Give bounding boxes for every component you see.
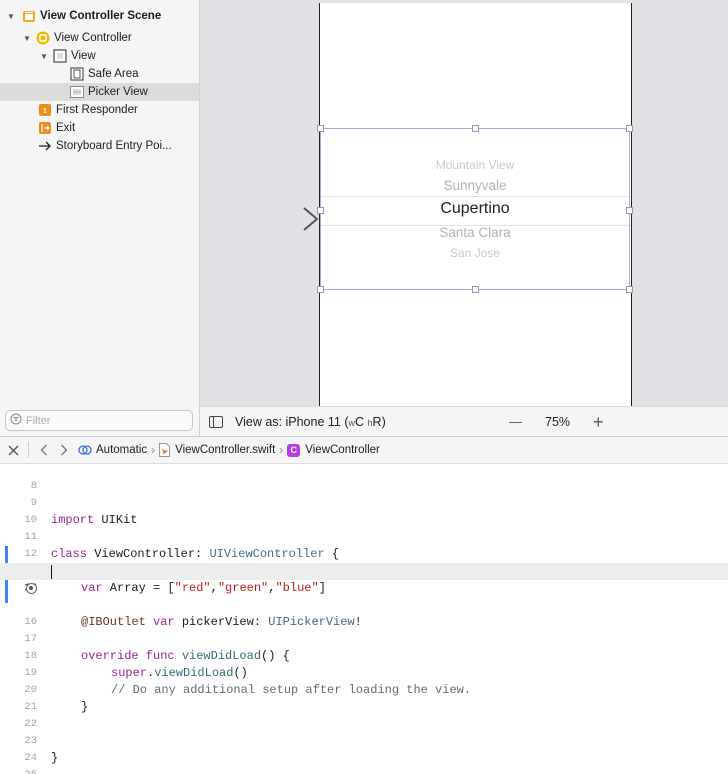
outline-item-scene[interactable]: ▼ View Controller Scene: [0, 7, 199, 25]
arrow-right-icon: [38, 139, 52, 153]
picker-view[interactable]: Mountain View Sunnyvale Cupertino Santa …: [317, 125, 633, 293]
view-icon: [53, 49, 67, 63]
jump-bar: Automatic › ViewController.swift › C Vie…: [0, 436, 728, 464]
width-class-value: C: [355, 414, 365, 429]
view-as-label: View as: iPhone 11 (: [235, 414, 349, 429]
filter-field[interactable]: [5, 410, 193, 431]
resize-handle[interactable]: [626, 286, 633, 293]
outline-label: Safe Area: [88, 68, 139, 80]
outline-label: Picker View: [88, 86, 148, 98]
chevron-right-icon: ›: [151, 443, 156, 457]
line-number: 25: [0, 767, 37, 774]
code-line[interactable]: 22: [0, 699, 728, 730]
code-line[interactable]: 23 }: [0, 716, 728, 765]
filter-bar: [0, 406, 200, 436]
zoom-in-button[interactable]: +: [593, 413, 604, 431]
picker-view-icon: [70, 85, 84, 99]
resize-handle[interactable]: [626, 125, 633, 132]
outline-item-first-responder[interactable]: 1 First Responder: [0, 101, 199, 119]
outline-item-picker-view[interactable]: Picker View: [0, 83, 199, 101]
resize-handle[interactable]: [317, 125, 324, 132]
outline-item-exit[interactable]: Exit: [0, 119, 199, 137]
resize-handle[interactable]: [472, 286, 479, 293]
height-class-value: R: [372, 414, 382, 429]
outline-item-entry-point[interactable]: Storyboard Entry Poi...: [0, 137, 199, 155]
code-line[interactable]: 25: [0, 750, 728, 774]
class-badge-icon: C: [287, 443, 301, 457]
outline-label: First Responder: [56, 104, 138, 116]
storyboard-canvas[interactable]: Mountain View Sunnyvale Cupertino Santa …: [200, 0, 728, 406]
outline-label: View: [71, 50, 96, 62]
safe-area-icon: [70, 67, 84, 81]
jumpbar-symbol[interactable]: C ViewController: [287, 443, 380, 457]
exit-icon: [38, 121, 52, 135]
code-line[interactable]: 16: [0, 597, 728, 628]
entry-point-arrow-icon[interactable]: [244, 205, 320, 233]
canvas-bottom-bar: View as: iPhone 11 (wC hR) — 75% +: [200, 406, 728, 436]
view-controller-icon: [36, 31, 50, 45]
filter-icon: [10, 412, 22, 430]
jumpbar-file-label: ViewController.swift: [175, 444, 276, 456]
picker-row[interactable]: San Jose: [321, 246, 629, 260]
code-line[interactable]: 8: [0, 461, 728, 492]
picker-selection-line-top: [321, 196, 629, 197]
outline-item-safe-area[interactable]: Safe Area: [0, 65, 199, 83]
zoom-level: 75%: [545, 414, 571, 429]
view-as-button[interactable]: View as: iPhone 11 (wC hR): [235, 415, 386, 429]
outline-item-view-controller[interactable]: ▼ View Controller: [0, 29, 199, 47]
picker-row[interactable]: Mountain View: [321, 158, 629, 172]
outline-item-view[interactable]: ▼ View: [0, 47, 199, 65]
jumpbar-file[interactable]: ViewController.swift: [159, 443, 275, 457]
zoom-out-button[interactable]: —: [509, 414, 522, 429]
divider: [28, 442, 29, 458]
code-line[interactable]: 10: [0, 495, 728, 526]
outlet-connection-icon[interactable]: [26, 583, 37, 594]
code-line[interactable]: 9 import UIKit: [0, 478, 728, 527]
jumpbar-symbol-label: ViewController: [305, 444, 380, 456]
close-editor-icon[interactable]: [8, 445, 19, 456]
picker-row[interactable]: Sunnyvale: [321, 178, 629, 193]
first-responder-icon: 1: [38, 103, 52, 117]
picker-row[interactable]: Santa Clara: [321, 225, 629, 240]
xcode-window: ▼ View Controller Scene ▼ View Controlle…: [0, 0, 728, 774]
resize-handle[interactable]: [626, 207, 633, 214]
view-as-close: ): [381, 414, 386, 429]
disclosure-down-icon[interactable]: ▼: [39, 52, 49, 61]
code-line[interactable]: 24: [0, 733, 728, 764]
code-line[interactable]: 12: [0, 529, 728, 560]
source-editor[interactable]: 8 9 import UIKit 10 11 class ViewControl…: [0, 464, 728, 774]
code-line[interactable]: 19 // Do any additional setup after load…: [0, 648, 728, 697]
disclosure-down-icon[interactable]: ▼: [22, 34, 32, 43]
code-line[interactable]: 13 var Array = ["red","green","blue"]: [0, 546, 728, 595]
text-cursor: [51, 565, 52, 579]
jumpbar-automatic[interactable]: Automatic: [78, 443, 147, 457]
code-line[interactable]: 21: [0, 682, 728, 713]
picker-row-selected[interactable]: Cupertino: [321, 200, 629, 218]
resize-handle[interactable]: [472, 125, 479, 132]
resize-handle[interactable]: [317, 286, 324, 293]
code-line[interactable]: 18 super.viewDidLoad(): [0, 631, 728, 680]
code-line[interactable]: 15 @IBOutlet var pickerView: UIPickerVie…: [0, 580, 728, 629]
toggle-outline-icon[interactable]: [209, 415, 223, 428]
scene-icon: [22, 9, 36, 23]
svg-text:1: 1: [43, 108, 47, 115]
code-line[interactable]: 20 }: [0, 665, 728, 714]
forward-icon[interactable]: [60, 444, 68, 456]
outline-label: Storyboard Entry Poi...: [56, 140, 172, 152]
outline-label: View Controller: [54, 32, 132, 44]
outline-label: Exit: [56, 122, 76, 134]
document-outline: ▼ View Controller Scene ▼ View Controlle…: [0, 0, 200, 436]
chevron-right-icon: ›: [279, 443, 284, 457]
disclosure-down-icon[interactable]: ▼: [6, 12, 16, 21]
related-items-icon: [78, 443, 92, 457]
code-line[interactable]: 17 override func viewDidLoad() {: [0, 614, 728, 663]
resize-handle[interactable]: [317, 207, 324, 214]
filter-input[interactable]: [26, 414, 186, 427]
back-icon[interactable]: [40, 444, 48, 456]
code-line-current[interactable]: 14: [0, 563, 728, 594]
outline-label: View Controller Scene: [40, 10, 162, 22]
jumpbar-automatic-label: Automatic: [96, 444, 148, 456]
swift-file-icon: [159, 443, 171, 457]
code-line[interactable]: 11 class ViewController: UIViewControlle…: [0, 512, 728, 561]
